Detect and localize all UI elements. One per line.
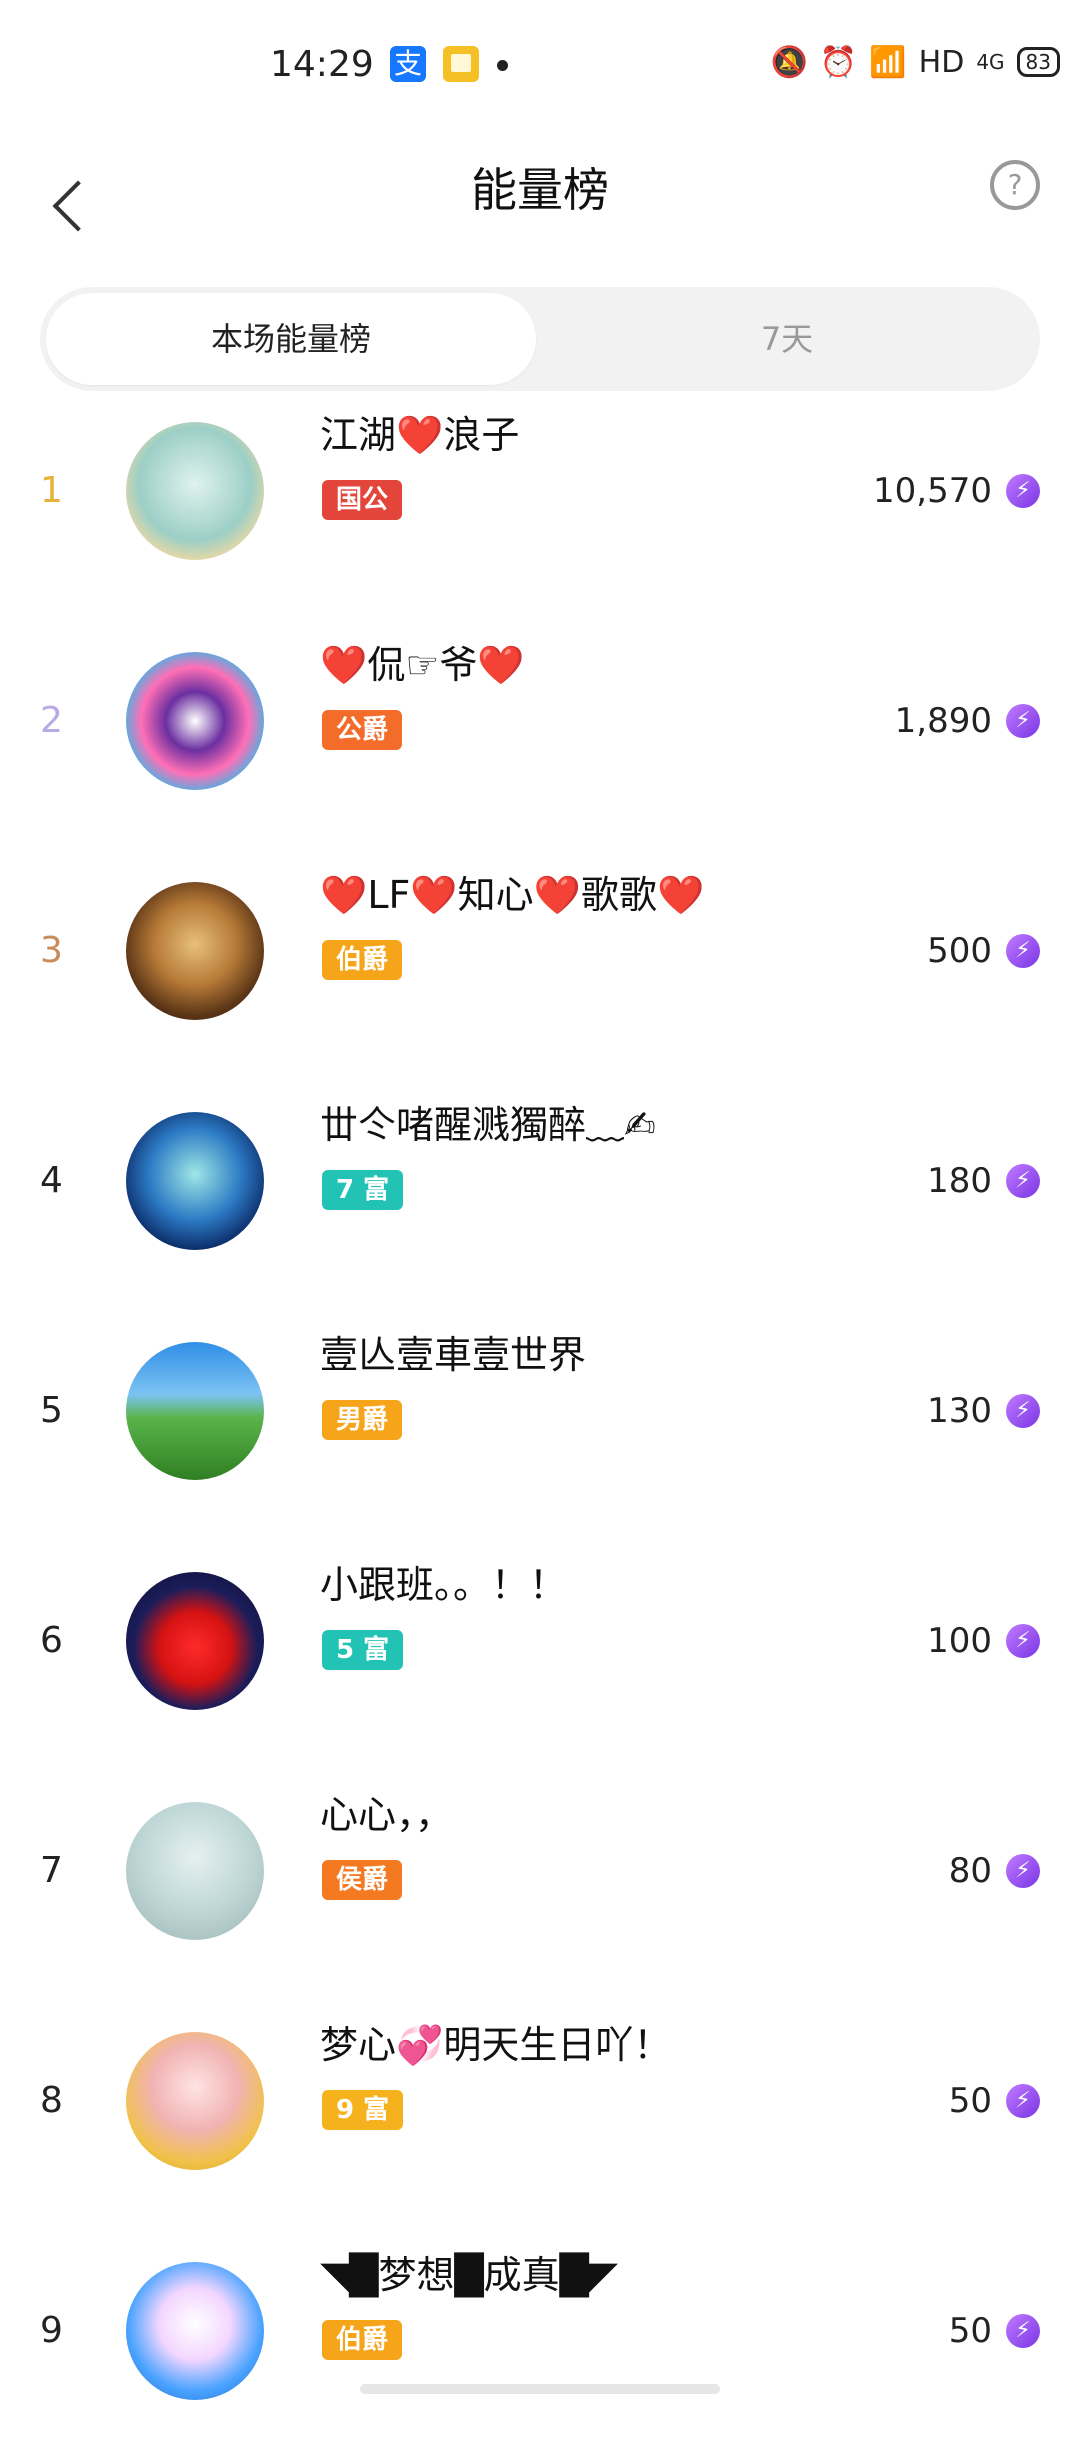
user-name: 心心，， [320, 1793, 454, 1837]
tab-current-session[interactable]: 本场能量榜 [46, 293, 536, 385]
energy-score: 130 [927, 1391, 992, 1431]
leaderboard-row[interactable]: 1 江湖❤️浪子 国公 10,570 ⚡ [0, 376, 1080, 606]
leaderboard-row[interactable]: 4 丗仒啫醒溅獨醉﹏✍ 7 富 180 ⚡ [0, 1066, 1080, 1296]
leaderboard-row[interactable]: 3 ❤️LF❤️知心❤️歌歌❤️ 伯爵 500 ⚡ [0, 836, 1080, 1066]
energy-score: 10,570 [873, 471, 992, 511]
alipay-icon: 支 [390, 46, 426, 82]
avatar[interactable] [126, 652, 264, 790]
status-right-icons: 🔕 ⏰ 📶 HD 4G 83 [771, 42, 1060, 82]
rank-badge: 国公 [322, 480, 403, 520]
user-name: 丗仒啫醒溅獨醉﹏✍ [320, 1103, 656, 1147]
rank-number: 2 [40, 700, 63, 741]
alarm-icon: ⏰ [819, 44, 858, 80]
avatar[interactable] [126, 422, 264, 560]
user-name: 壹亾壹車壹世界 [320, 1333, 587, 1377]
signal-type: 4G [976, 50, 1005, 74]
rank-badge: 侯爵 [322, 1860, 403, 1900]
energy-score: 500 [927, 931, 992, 971]
book-icon [443, 46, 479, 82]
avatar[interactable] [126, 1802, 264, 1940]
page-title: 能量榜 [471, 163, 609, 217]
wifi-icon: 📶 [869, 44, 907, 80]
rank-badge: 9 富 [322, 2090, 404, 2130]
notification-dot-icon [497, 60, 508, 71]
battery-icon: 83 [1016, 47, 1060, 77]
network-type: HD [918, 44, 965, 80]
energy-bolt-icon: ⚡ [1006, 704, 1040, 738]
leaderboard-row[interactable]: 5 壹亾壹車壹世界 男爵 130 ⚡ [0, 1296, 1080, 1526]
user-name: ❤️LF❤️知心❤️歌歌❤️ [320, 873, 705, 917]
rank-number: 5 [40, 1390, 63, 1431]
rank-number: 7 [40, 1850, 63, 1891]
energy-score: 80 [948, 1851, 992, 1891]
mute-icon: 🔕 [770, 44, 808, 80]
user-name: ❤️侃☞爷❤️ [320, 643, 525, 687]
rank-number: 3 [40, 930, 63, 971]
rank-number: 4 [40, 1160, 63, 1201]
avatar[interactable] [126, 882, 264, 1020]
rank-number: 8 [40, 2080, 63, 2121]
leaderboard-row[interactable]: 2 ❤️侃☞爷❤️ 公爵 1,890 ⚡ [0, 606, 1080, 836]
energy-bolt-icon: ⚡ [1006, 2314, 1040, 2348]
leaderboard-row[interactable]: 7 心心，， 侯爵 80 ⚡ [0, 1756, 1080, 1986]
energy-bolt-icon: ⚡ [1006, 474, 1040, 508]
energy-score: 100 [927, 1621, 992, 1661]
avatar[interactable] [126, 1342, 264, 1480]
energy-score: 180 [927, 1161, 992, 1201]
energy-score: 50 [948, 2081, 992, 2121]
help-icon[interactable]: ? [990, 160, 1040, 210]
avatar[interactable] [126, 2032, 264, 2170]
energy-bolt-icon: ⚡ [1006, 1854, 1040, 1888]
rank-number: 6 [40, 1620, 63, 1661]
top-app-bar: 能量榜 ? [0, 140, 1080, 270]
energy-bolt-icon: ⚡ [1006, 1164, 1040, 1198]
rank-badge: 公爵 [322, 710, 403, 750]
user-name: 梦心💞明天生日吖！ [320, 2023, 672, 2067]
home-indicator [360, 2384, 720, 2394]
rank-badge: 伯爵 [322, 2320, 403, 2360]
energy-bolt-icon: ⚡ [1006, 934, 1040, 968]
avatar[interactable] [126, 2262, 264, 2400]
rank-badge: 男爵 [322, 1400, 403, 1440]
energy-score: 1,890 [894, 701, 992, 741]
avatar[interactable] [126, 1112, 264, 1250]
status-time: 14:29 [270, 44, 374, 85]
rank-badge: 7 富 [322, 1170, 404, 1210]
status-bar: 14:29 支 🔕 ⏰ 📶 HD 4G 83 [0, 0, 1080, 140]
rank-number: 9 [40, 2310, 63, 2351]
leaderboard-row[interactable]: 6 小跟班。。！！ 5 富 100 ⚡ [0, 1526, 1080, 1756]
avatar[interactable] [126, 1572, 264, 1710]
energy-bolt-icon: ⚡ [1006, 1394, 1040, 1428]
leaderboard-row[interactable]: 9 ◥█梦想█成真█◤ 伯爵 50 ⚡ [0, 2216, 1080, 2446]
leaderboard-row[interactable]: 8 梦心💞明天生日吖！ 9 富 50 ⚡ [0, 1986, 1080, 2216]
user-name: 小跟班。。！！ [320, 1563, 568, 1607]
rank-badge: 伯爵 [322, 940, 403, 980]
user-name: 江湖❤️浪子 [320, 413, 520, 457]
user-name: ◥█梦想█成真█◤ [320, 2253, 619, 2297]
energy-bolt-icon: ⚡ [1006, 1624, 1040, 1658]
rank-number: 1 [40, 470, 63, 511]
tab-7-days[interactable]: 7天 [540, 293, 1034, 385]
rank-badge: 5 富 [322, 1630, 404, 1670]
energy-bolt-icon: ⚡ [1006, 2084, 1040, 2118]
energy-score: 50 [948, 2311, 992, 2351]
